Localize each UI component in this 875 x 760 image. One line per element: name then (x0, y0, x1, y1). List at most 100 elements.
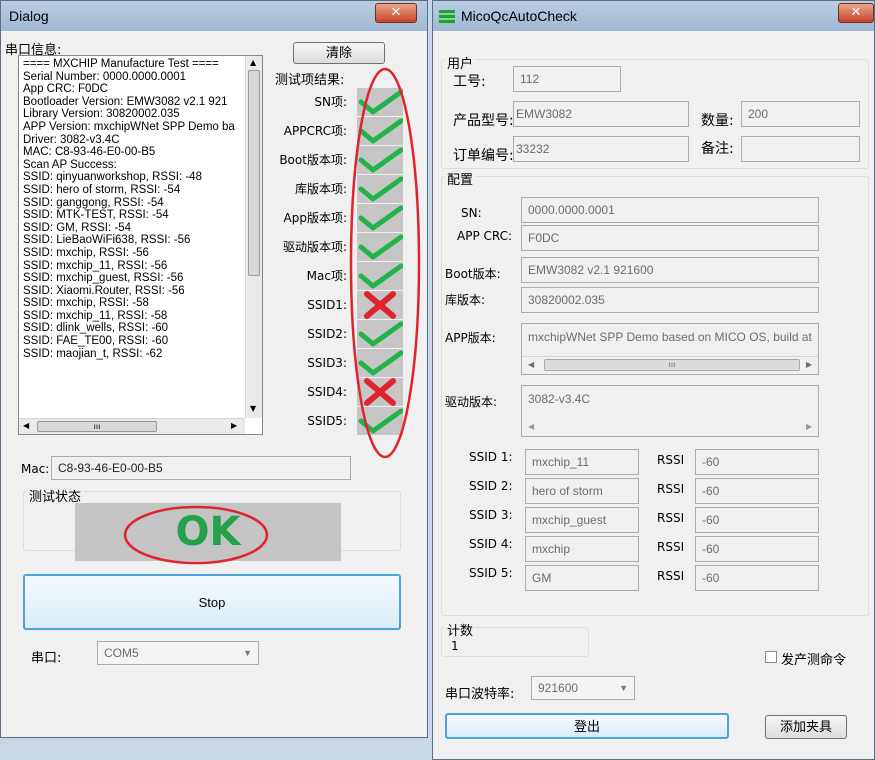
result-label: Boot版本项: (279, 153, 347, 167)
ssid-row: SSID 3: mxchip_guest RSSI -60 (433, 505, 873, 534)
app-version-scroll-thumb[interactable]: ııı (544, 359, 800, 371)
model-field[interactable]: EMW3082 (513, 101, 689, 127)
lib-version-label: 库版本: (445, 293, 486, 307)
model-label: 产品型号: (453, 113, 514, 129)
baud-label: 串口波特率: (445, 687, 515, 702)
dialog-titlebar[interactable]: Dialog ✕ (1, 1, 427, 31)
result-label: App版本项: (283, 211, 348, 225)
note-field[interactable] (741, 136, 860, 162)
log-line: Serial Number: 0000.0000.0001 (23, 70, 187, 83)
scroll-left-icon[interactable]: ◀ (528, 360, 534, 369)
app-version-label: APP版本: (445, 331, 496, 345)
ssid-label: SSID 2: (469, 479, 513, 493)
status-highlight-ellipse (123, 505, 269, 565)
log-line: MAC: C8-93-46-E0-00-B5 (23, 146, 156, 159)
sn-label: SN: (461, 206, 482, 220)
ssid-name-field[interactable]: mxchip (525, 536, 639, 562)
boot-version-field[interactable]: EMW3082 v2.1 921600 (521, 257, 819, 283)
baud-select[interactable]: 921600 ▼ (531, 676, 635, 700)
ssid-rssi-field[interactable]: -60 (695, 507, 819, 533)
scroll-down-icon[interactable]: ▼ (250, 404, 256, 413)
qc-close-button[interactable]: ✕ (838, 3, 874, 23)
quantity-label: 数量: (701, 113, 734, 129)
order-no-field[interactable]: 33232 (513, 136, 689, 162)
log-line: SSID: ganggong, RSSI: -54 (23, 196, 164, 209)
scroll-right-icon[interactable]: ▶ (231, 421, 237, 430)
result-label: Mac项: (306, 269, 347, 283)
log-line: SSID: MTK-TEST, RSSI: -54 (23, 209, 169, 222)
ssid-rssi-field[interactable]: -60 (695, 449, 819, 475)
log-line: SSID: mxchip, RSSI: -58 (23, 297, 149, 310)
note-label: 备注: (701, 141, 734, 157)
scroll-right-icon[interactable]: ▶ (806, 360, 812, 369)
log-scroll-thumb[interactable] (248, 70, 260, 276)
logout-button[interactable]: 登出 (445, 713, 729, 739)
ssid-label: SSID 3: (469, 508, 513, 522)
app-version-value: mxchipWNet SPP Demo based on MICO OS, bu… (528, 330, 812, 344)
user-group-label: 用户 (445, 53, 476, 72)
log-line: SSID: mxchip, RSSI: -56 (23, 246, 149, 259)
log-line: Scan AP Success: (23, 158, 117, 171)
qc-titlebar[interactable]: MicoQcAutoCheck ✕ (433, 1, 874, 31)
ssid-name-field[interactable]: hero of storm (525, 478, 639, 504)
log-line: SSID: FAE_TE00, RSSI: -60 (23, 335, 169, 348)
ssid-name-field[interactable]: mxchip_guest (525, 507, 639, 533)
chevron-down-icon[interactable]: ▼ (243, 642, 252, 664)
ssid-rssi-field[interactable]: -60 (695, 536, 819, 562)
app-version-field[interactable]: mxchipWNet SPP Demo based on MICO OS, bu… (521, 323, 819, 375)
app-crc-field[interactable]: F0DC (521, 225, 819, 251)
rssi-label: RSSI (657, 482, 685, 496)
scroll-up-icon[interactable]: ▲ (250, 58, 256, 67)
driver-version-value: 3082-v3.4C (528, 392, 591, 406)
mac-label: Mac: (21, 462, 50, 476)
prod-cmd-checkbox[interactable] (765, 651, 777, 663)
log-line: SSID: mxchip_11, RSSI: -58 (23, 309, 168, 322)
ssid-label: SSID 5: (469, 566, 513, 580)
scroll-left-icon[interactable]: ◀ (528, 422, 534, 431)
log-line: ==== MXCHIP Manufacture Test ==== (23, 58, 219, 70)
serial-log-listbox[interactable]: ==== MXCHIP Manufacture Test ==== Serial … (18, 55, 263, 435)
ssid-row: SSID 4: mxchip RSSI -60 (433, 534, 873, 563)
log-line: SSID: qinyuanworkshop, RSSI: -48 (23, 171, 202, 184)
ssid-name-field[interactable]: mxchip_11 (525, 449, 639, 475)
scroll-left-icon[interactable]: ◀ (23, 421, 29, 430)
ssid-rssi-field[interactable]: -60 (695, 478, 819, 504)
stop-button[interactable]: Stop (23, 574, 401, 630)
rssi-label: RSSI (657, 453, 685, 467)
sn-field[interactable]: 0000.0000.0001 (521, 197, 819, 223)
rssi-label: RSSI (657, 511, 685, 525)
ssid-name-field[interactable]: GM (525, 565, 639, 591)
baud-select-value: 921600 (538, 681, 579, 695)
log-hscroll-thumb[interactable]: ııı (37, 421, 157, 432)
log-line: SSID: maojian_t, RSSI: -62 (23, 347, 163, 360)
qc-window: MicoQcAutoCheck ✕ 用户 工号: 112 产品型号: EMW30… (432, 0, 875, 760)
result-label: SSID2: (307, 327, 347, 341)
log-line: Library Version: 30820002.035 (23, 108, 180, 121)
ssid-label: SSID 1: (469, 450, 513, 464)
ssid-rssi-field[interactable]: -60 (695, 565, 819, 591)
chevron-down-icon[interactable]: ▼ (619, 677, 628, 699)
quantity-field[interactable]: 200 (741, 101, 860, 127)
log-line: SSID: dlink_wells, RSSI: -60 (23, 322, 169, 335)
lib-version-field[interactable]: 30820002.035 (521, 287, 819, 313)
app-version-hscrollbar[interactable]: ◀ ııı ▶ (522, 356, 818, 374)
mac-field[interactable]: C8-93-46-E0-00-B5 (51, 456, 351, 480)
clear-button[interactable]: 清除 (293, 42, 385, 64)
worker-id-label: 工号: (453, 74, 486, 90)
add-fixture-button[interactable]: 添加夹具 (765, 715, 847, 739)
scroll-right-icon[interactable]: ▶ (806, 422, 812, 431)
log-vertical-scrollbar[interactable]: ▲ ▼ (245, 56, 262, 418)
qc-title: MicoQcAutoCheck (461, 8, 577, 24)
worker-id-field[interactable]: 112 (513, 66, 621, 92)
driver-version-field[interactable]: 3082-v3.4C ◀ ▶ (521, 385, 819, 437)
dialog-window: Dialog ✕ 串口信息: ==== MXCHIP Manufacture T… (0, 0, 428, 738)
dialog-close-button[interactable]: ✕ (375, 3, 417, 23)
log-line: SSID: Xiaomi.Router, RSSI: -56 (23, 284, 185, 297)
log-line: SSID: mxchip_11, RSSI: -56 (23, 259, 168, 272)
ssid-row: SSID 5: GM RSSI -60 (433, 563, 873, 592)
app-crc-label: APP CRC: (457, 229, 513, 243)
log-line: Driver: 3082-v3.4C (23, 133, 120, 146)
port-select[interactable]: COM5 ▼ (97, 641, 259, 665)
log-horizontal-scrollbar[interactable]: ◀ ııı ▶ (19, 418, 245, 434)
rssi-label: RSSI (657, 569, 685, 583)
